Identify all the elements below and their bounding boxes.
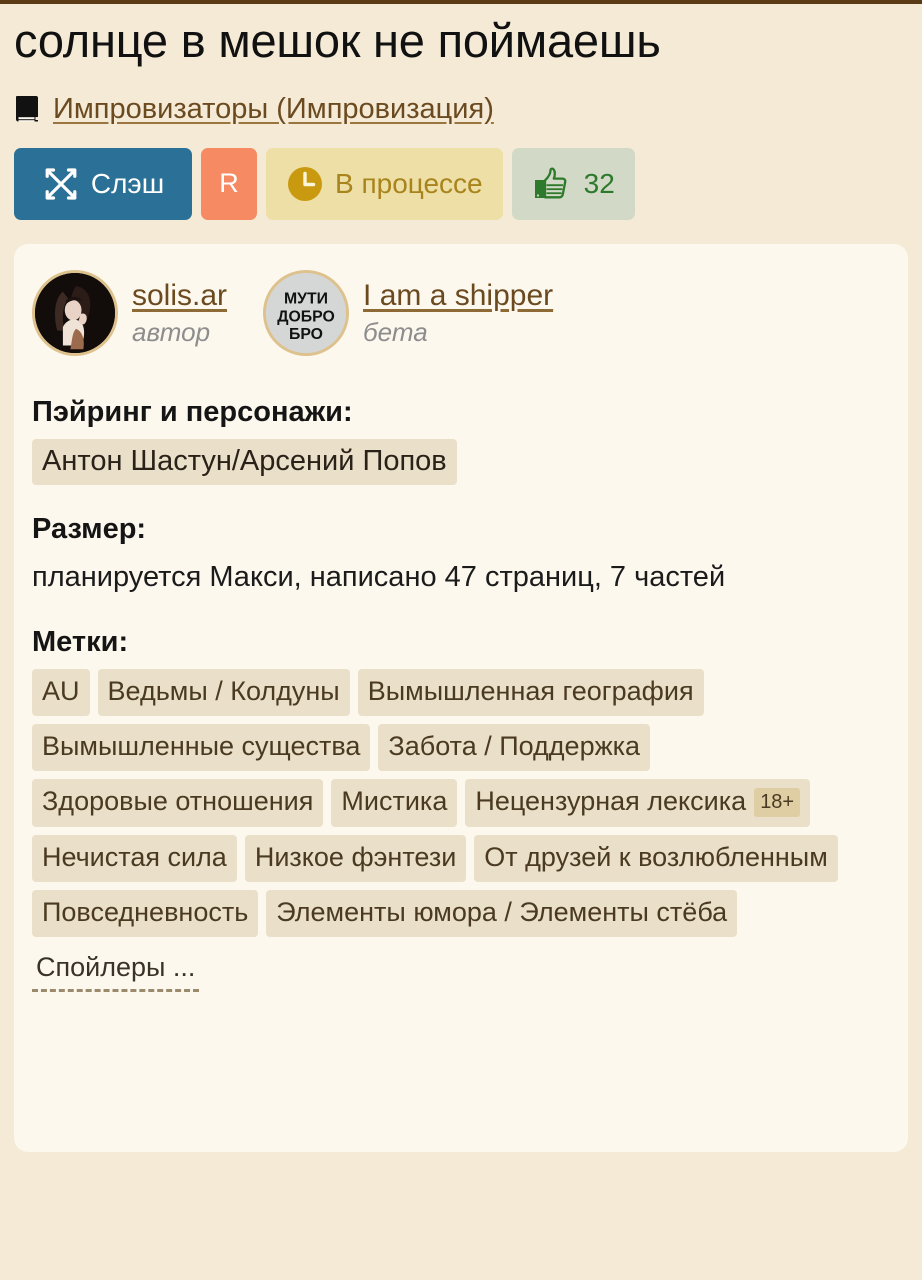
tag-item[interactable]: Ведьмы / Колдуны: [97, 669, 350, 717]
person-beta: МУТИ ДОБРО БРО I am a shipper бета: [263, 269, 553, 356]
tag-item[interactable]: Вымышленная география: [357, 669, 704, 717]
tag-label: Забота / Поддержка: [388, 731, 641, 762]
people-row: solis.ar автор МУТИ ДОБРО БРО I am a shi…: [32, 269, 890, 362]
tag-item[interactable]: Повседневность: [32, 889, 259, 937]
tag-label: Нецензурная лексика: [475, 786, 747, 817]
tag-item[interactable]: Вымышленные существа: [32, 724, 371, 772]
tag-label: Вымышленные существа: [42, 731, 361, 762]
tag-item[interactable]: Нецензурная лексика 18+: [465, 779, 811, 827]
tag-label: AU: [42, 676, 80, 707]
work-info-card: solis.ar автор МУТИ ДОБРО БРО I am a shi…: [14, 243, 908, 1152]
tag-label: Повседневность: [42, 896, 249, 927]
fandom-row: Импровизаторы (Импровизация): [0, 69, 922, 126]
svg-text:МУТИ: МУТИ: [284, 291, 328, 308]
beta-role-label: бета: [363, 316, 428, 347]
size-value: планируется Макси, написано 47 страниц, …: [32, 561, 726, 594]
tag-spoilers-toggle[interactable]: Спойлеры ...: [32, 945, 200, 992]
clock-icon: [286, 165, 324, 203]
tag-item[interactable]: Здоровые отношения: [32, 779, 324, 827]
svg-text:БРО: БРО: [289, 326, 323, 343]
tags-label: Метки:: [32, 626, 129, 659]
fandom-link[interactable]: Импровизаторы (Импровизация): [53, 93, 494, 126]
author-avatar[interactable]: [32, 269, 118, 356]
beta-name-link[interactable]: I am a shipper: [363, 280, 553, 312]
tag-label: Нечистая сила: [42, 841, 227, 872]
tag-item[interactable]: Мистика: [331, 779, 458, 827]
tag-adult-badge: 18+: [754, 787, 801, 817]
badge-rating[interactable]: R: [201, 147, 257, 220]
tags-list: AU Ведьмы / Колдуны Вымышленная география В…: [32, 669, 874, 992]
beta-avatar[interactable]: МУТИ ДОБРО БРО: [263, 269, 350, 356]
badge-direction[interactable]: Слэш: [14, 147, 192, 220]
thumbs-up-icon: [532, 165, 570, 203]
author-name-link[interactable]: solis.ar: [132, 280, 227, 312]
tag-item[interactable]: Низкое фэнтези: [244, 834, 467, 882]
badge-likes[interactable]: 32: [511, 147, 635, 220]
tag-item[interactable]: AU: [32, 669, 90, 717]
pairing-chip[interactable]: Антон Шастун/Арсений Попов: [32, 438, 457, 486]
beta-meta: I am a shipper бета: [363, 280, 553, 346]
tag-item[interactable]: От друзей к возлюбленным: [474, 834, 838, 882]
person-author: solis.ar автор: [32, 269, 227, 356]
tag-item[interactable]: Нечистая сила: [32, 834, 237, 882]
tag-label: Элементы юмора / Элементы стёба: [276, 896, 728, 927]
tag-label: Мистика: [341, 786, 448, 817]
author-role-label: автор: [132, 316, 211, 347]
author-meta: solis.ar автор: [132, 280, 227, 346]
badge-status[interactable]: В процессе: [266, 147, 503, 220]
pairing-values: Антон Шастун/Арсений Попов: [32, 438, 890, 486]
badge-likes-count: 32: [583, 167, 615, 199]
tag-item[interactable]: Забота / Поддержка: [378, 724, 651, 772]
book-icon: [14, 94, 44, 124]
badge-status-label: В процессе: [335, 167, 483, 199]
svg-text:ДОБРО: ДОБРО: [277, 308, 335, 325]
page-title: солнце в мешок не поймаешь: [14, 14, 661, 67]
tag-label: От друзей к возлюбленным: [484, 841, 828, 872]
badge-rating-label: R: [219, 168, 239, 199]
size-label: Размер:: [32, 513, 147, 546]
badges-row: Слэш R В процессе 32: [0, 126, 922, 220]
tag-label: Низкое фэнтези: [254, 841, 457, 872]
tag-label: Здоровые отношения: [42, 786, 314, 817]
tag-label: Ведьмы / Колдуны: [107, 676, 340, 707]
tag-label: Вымышленная география: [367, 676, 694, 707]
pairing-label: Пэйринг и персонажи:: [32, 395, 353, 428]
crossed-arrows-icon: [42, 165, 80, 203]
work-header-page: солнце в мешок не поймаешь Импровизаторы…: [0, 4, 922, 1152]
tag-item[interactable]: Элементы юмора / Элементы стёба: [266, 889, 738, 937]
badge-direction-label: Слэш: [90, 167, 165, 199]
